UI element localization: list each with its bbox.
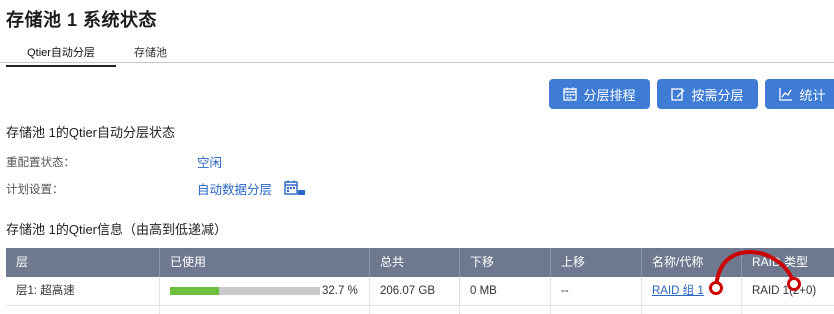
tab-bar: Qtier自动分层 存储池 — [0, 40, 834, 67]
ondemand-tier-label: 按需分层 — [691, 87, 744, 103]
tab-qtier[interactable]: Qtier自动分层 — [6, 44, 116, 67]
usage-percent: 32.7 % — [322, 285, 358, 297]
tab-storage-pool[interactable]: 存储池 — [134, 44, 167, 65]
column-header-used[interactable]: 已使用 — [160, 248, 370, 277]
empty-cell — [460, 306, 551, 314]
tier-info-heading: 存储池 1的Qtier信息（由高到低递减） — [6, 222, 228, 237]
empty-cell — [370, 306, 460, 314]
statistics-button[interactable]: 统计 — [765, 79, 834, 109]
empty-cell — [160, 306, 370, 314]
empty-cell — [6, 306, 160, 314]
tier-schedule-label: 分层排程 — [583, 87, 636, 103]
move-down-cell: 0 MB — [460, 277, 551, 305]
auto-schedule-icon[interactable] — [284, 180, 306, 196]
column-header-move-up[interactable]: 上移 — [551, 248, 642, 277]
empty-cell — [742, 306, 834, 314]
usage-bar-fill — [170, 286, 220, 295]
column-header-move-down[interactable]: 下移 — [460, 248, 551, 277]
tier-schedule-button[interactable]: 分层排程 — [549, 79, 650, 109]
reconfig-status-label: 重配置状态： — [6, 157, 75, 169]
move-up-cell: -- — [551, 277, 642, 305]
ondemand-tier-button[interactable]: 按需分层 — [657, 79, 758, 109]
empty-cell — [551, 306, 642, 314]
raid-group-link[interactable]: RAID 组 1 — [652, 285, 704, 297]
used-cell: 32.7 % — [160, 277, 370, 305]
schedule-setting-label: 计划设置： — [6, 184, 64, 196]
statistics-label: 统计 — [799, 87, 826, 103]
total-cell: 206.07 GB — [370, 277, 460, 305]
chart-icon — [779, 88, 793, 101]
tier-status-heading: 存储池 1的Qtier自动分层状态 — [6, 125, 176, 140]
reconfig-status-value: 空闲 — [197, 156, 223, 170]
red-annotation-mark — [709, 250, 801, 295]
calendar-icon — [563, 87, 578, 101]
edit-icon — [671, 88, 685, 101]
page-title: 存储池 1 系统状态 — [6, 10, 158, 30]
usage-bar — [170, 286, 320, 295]
tier-cell: 层1: 超高速 — [6, 277, 160, 305]
table-row — [6, 306, 834, 314]
column-header-total[interactable]: 总共 — [370, 248, 460, 277]
column-header-tier[interactable]: 层 — [6, 248, 160, 277]
empty-cell — [642, 306, 742, 314]
schedule-setting-link[interactable]: 自动数据分层 — [197, 179, 272, 198]
